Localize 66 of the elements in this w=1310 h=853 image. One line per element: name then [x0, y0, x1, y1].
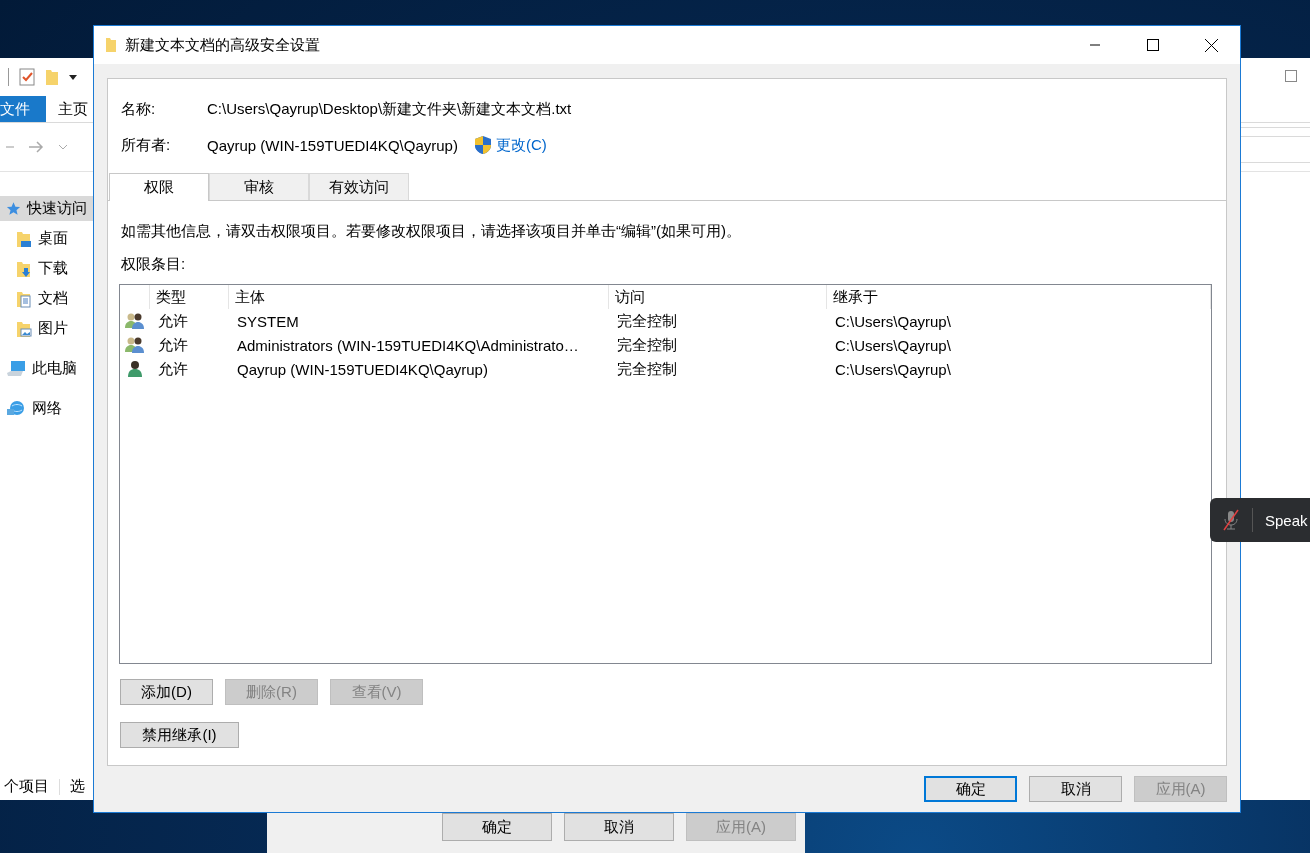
dialog-button[interactable]: 确定 [442, 813, 552, 841]
dialog-button[interactable]: 取消 [564, 813, 674, 841]
dialog-button[interactable]: 取消 [1029, 776, 1122, 802]
table-cell-text: C:\Users\Qayrup\ [834, 312, 952, 330]
nav-item[interactable]: 桌面 [0, 226, 93, 251]
muted-microphone-icon[interactable] [1222, 509, 1240, 531]
column-header[interactable]: 主体 [229, 285, 609, 309]
dialog-button[interactable]: 确定 [924, 776, 1017, 802]
change-link[interactable]: 更改(C) [473, 135, 547, 155]
nav-item[interactable]: 图片 [0, 316, 93, 341]
document-icon [16, 289, 32, 308]
table-cell-text: SYSTEM [236, 312, 300, 330]
column-header[interactable]: 继承于 [827, 285, 1211, 309]
toast-text: Speak [1265, 511, 1308, 529]
dropdown-icon[interactable] [69, 73, 77, 81]
owner-name: Qayrup (WIN-159TUEDI4KQ\Qayrup) [207, 136, 458, 154]
table-cell-text: 完全控制 [616, 335, 678, 355]
tab[interactable]: 审核 [209, 173, 309, 200]
computer-icon [6, 359, 26, 378]
table-cell-text: C:\Users\Qayrup\ [834, 336, 952, 354]
nav-item[interactable]: 快速访问 [0, 196, 93, 221]
table-cell-text: Qayrup (WIN-159TUEDI4KQ\Qayrup) [236, 360, 489, 378]
file-path: C:\Users\Qayrup\Desktop\新建文件夹\新建文本文档.txt [207, 99, 572, 119]
disable-inheritance-button[interactable]: 禁用继承(I) [120, 722, 239, 748]
nav-item[interactable]: 文档 [0, 286, 93, 311]
user-icon [128, 360, 142, 378]
entry-button[interactable]: 添加(D) [120, 679, 213, 705]
network-icon [6, 399, 26, 418]
status-text: 选 [70, 777, 85, 796]
table-cell-text: 完全控制 [616, 311, 678, 331]
nav-item[interactable]: 下载 [0, 256, 93, 281]
folder-icon [16, 229, 32, 248]
info-text: 如需其他信息，请双击权限项目。若要修改权限项目，请选择该项目并单击“编辑”(如果可用)。 [121, 222, 742, 241]
list-label: 权限条目: [121, 255, 187, 274]
status-text: 个项目 [4, 777, 49, 796]
table-cell-text: 允许 [157, 335, 189, 355]
table-cell-text: 允许 [157, 359, 189, 379]
table-cell-text: Administrators (WIN-159TUEDI4KQ\Administrato… [236, 336, 580, 354]
table-cell-text: C:\Users\Qayrup\ [834, 360, 952, 378]
shield-icon [473, 135, 492, 155]
user-group-icon [125, 336, 145, 354]
checklist-icon[interactable] [19, 68, 35, 86]
folder-icon [105, 37, 117, 53]
close-icon [1204, 38, 1218, 52]
window-title: 新建文本文档的高级安全设置 [125, 35, 321, 55]
tab[interactable]: 有效访问 [309, 173, 409, 200]
picture-folder-icon [16, 319, 32, 338]
star-icon [6, 199, 21, 218]
column-header[interactable]: 类型 [150, 285, 229, 309]
field-label: 所有者: [121, 135, 172, 155]
folder-icon[interactable] [45, 68, 59, 86]
maximize-icon[interactable] [1285, 70, 1297, 82]
field-label: 名称: [121, 99, 157, 119]
ribbon-tab[interactable]: 主页 [46, 96, 100, 122]
forward-arrow-icon[interactable] [28, 140, 44, 154]
table-cell-text: 允许 [157, 311, 189, 331]
nav-item[interactable]: 此电脑 [0, 356, 93, 381]
maximize-icon [1147, 39, 1159, 51]
chevron-down-icon[interactable] [58, 143, 68, 151]
user-group-icon [125, 312, 145, 330]
table-cell-text: 完全控制 [616, 359, 678, 379]
nav-item[interactable]: 网络 [0, 396, 93, 421]
tab[interactable]: 权限 [109, 173, 209, 201]
ribbon-tab[interactable]: 文件 [0, 96, 46, 122]
download-folder-icon [16, 259, 32, 278]
column-header[interactable]: 访问 [609, 285, 827, 309]
